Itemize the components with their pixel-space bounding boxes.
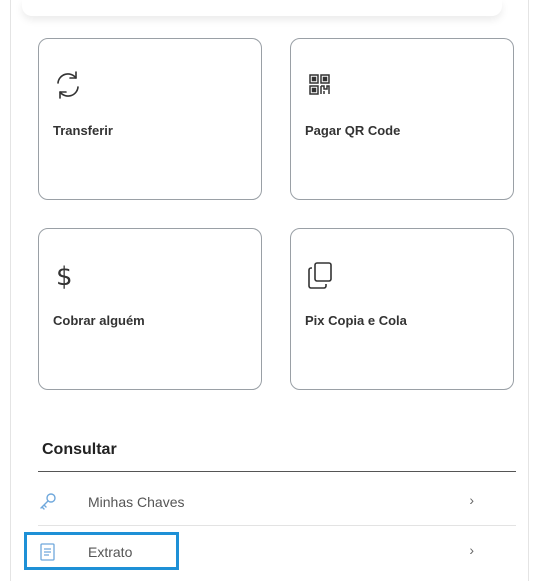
- top-shadow: [22, 0, 502, 16]
- charge-someone-card[interactable]: $ Cobrar alguém: [38, 228, 262, 390]
- dollar-icon: $: [52, 259, 84, 292]
- pay-qr-code-card[interactable]: Pagar QR Code: [290, 38, 514, 200]
- focus-highlight: [24, 532, 179, 570]
- section-title: Consultar: [42, 441, 117, 458]
- chevron-right-icon: ›: [469, 492, 474, 508]
- charge-someone-label: Cobrar alguém: [53, 313, 145, 328]
- svg-text:$: $: [56, 262, 73, 291]
- key-icon: [38, 492, 58, 512]
- pay-qr-code-label: Pagar QR Code: [305, 123, 401, 138]
- qr-code-icon: [304, 69, 336, 101]
- chevron-right-icon: ›: [469, 542, 474, 558]
- pix-copy-paste-card[interactable]: Pix Copia e Cola: [290, 228, 514, 390]
- transfer-card[interactable]: Transferir: [38, 38, 262, 200]
- copy-icon: [304, 259, 336, 291]
- transfer-icon: [52, 69, 84, 101]
- pix-copy-paste-label: Pix Copia e Cola: [305, 313, 407, 328]
- section-divider: [38, 471, 516, 472]
- list-item-my-keys[interactable]: Minhas Chaves ›: [38, 478, 516, 526]
- list-item-label: Minhas Chaves: [88, 494, 185, 510]
- transfer-label: Transferir: [53, 123, 113, 138]
